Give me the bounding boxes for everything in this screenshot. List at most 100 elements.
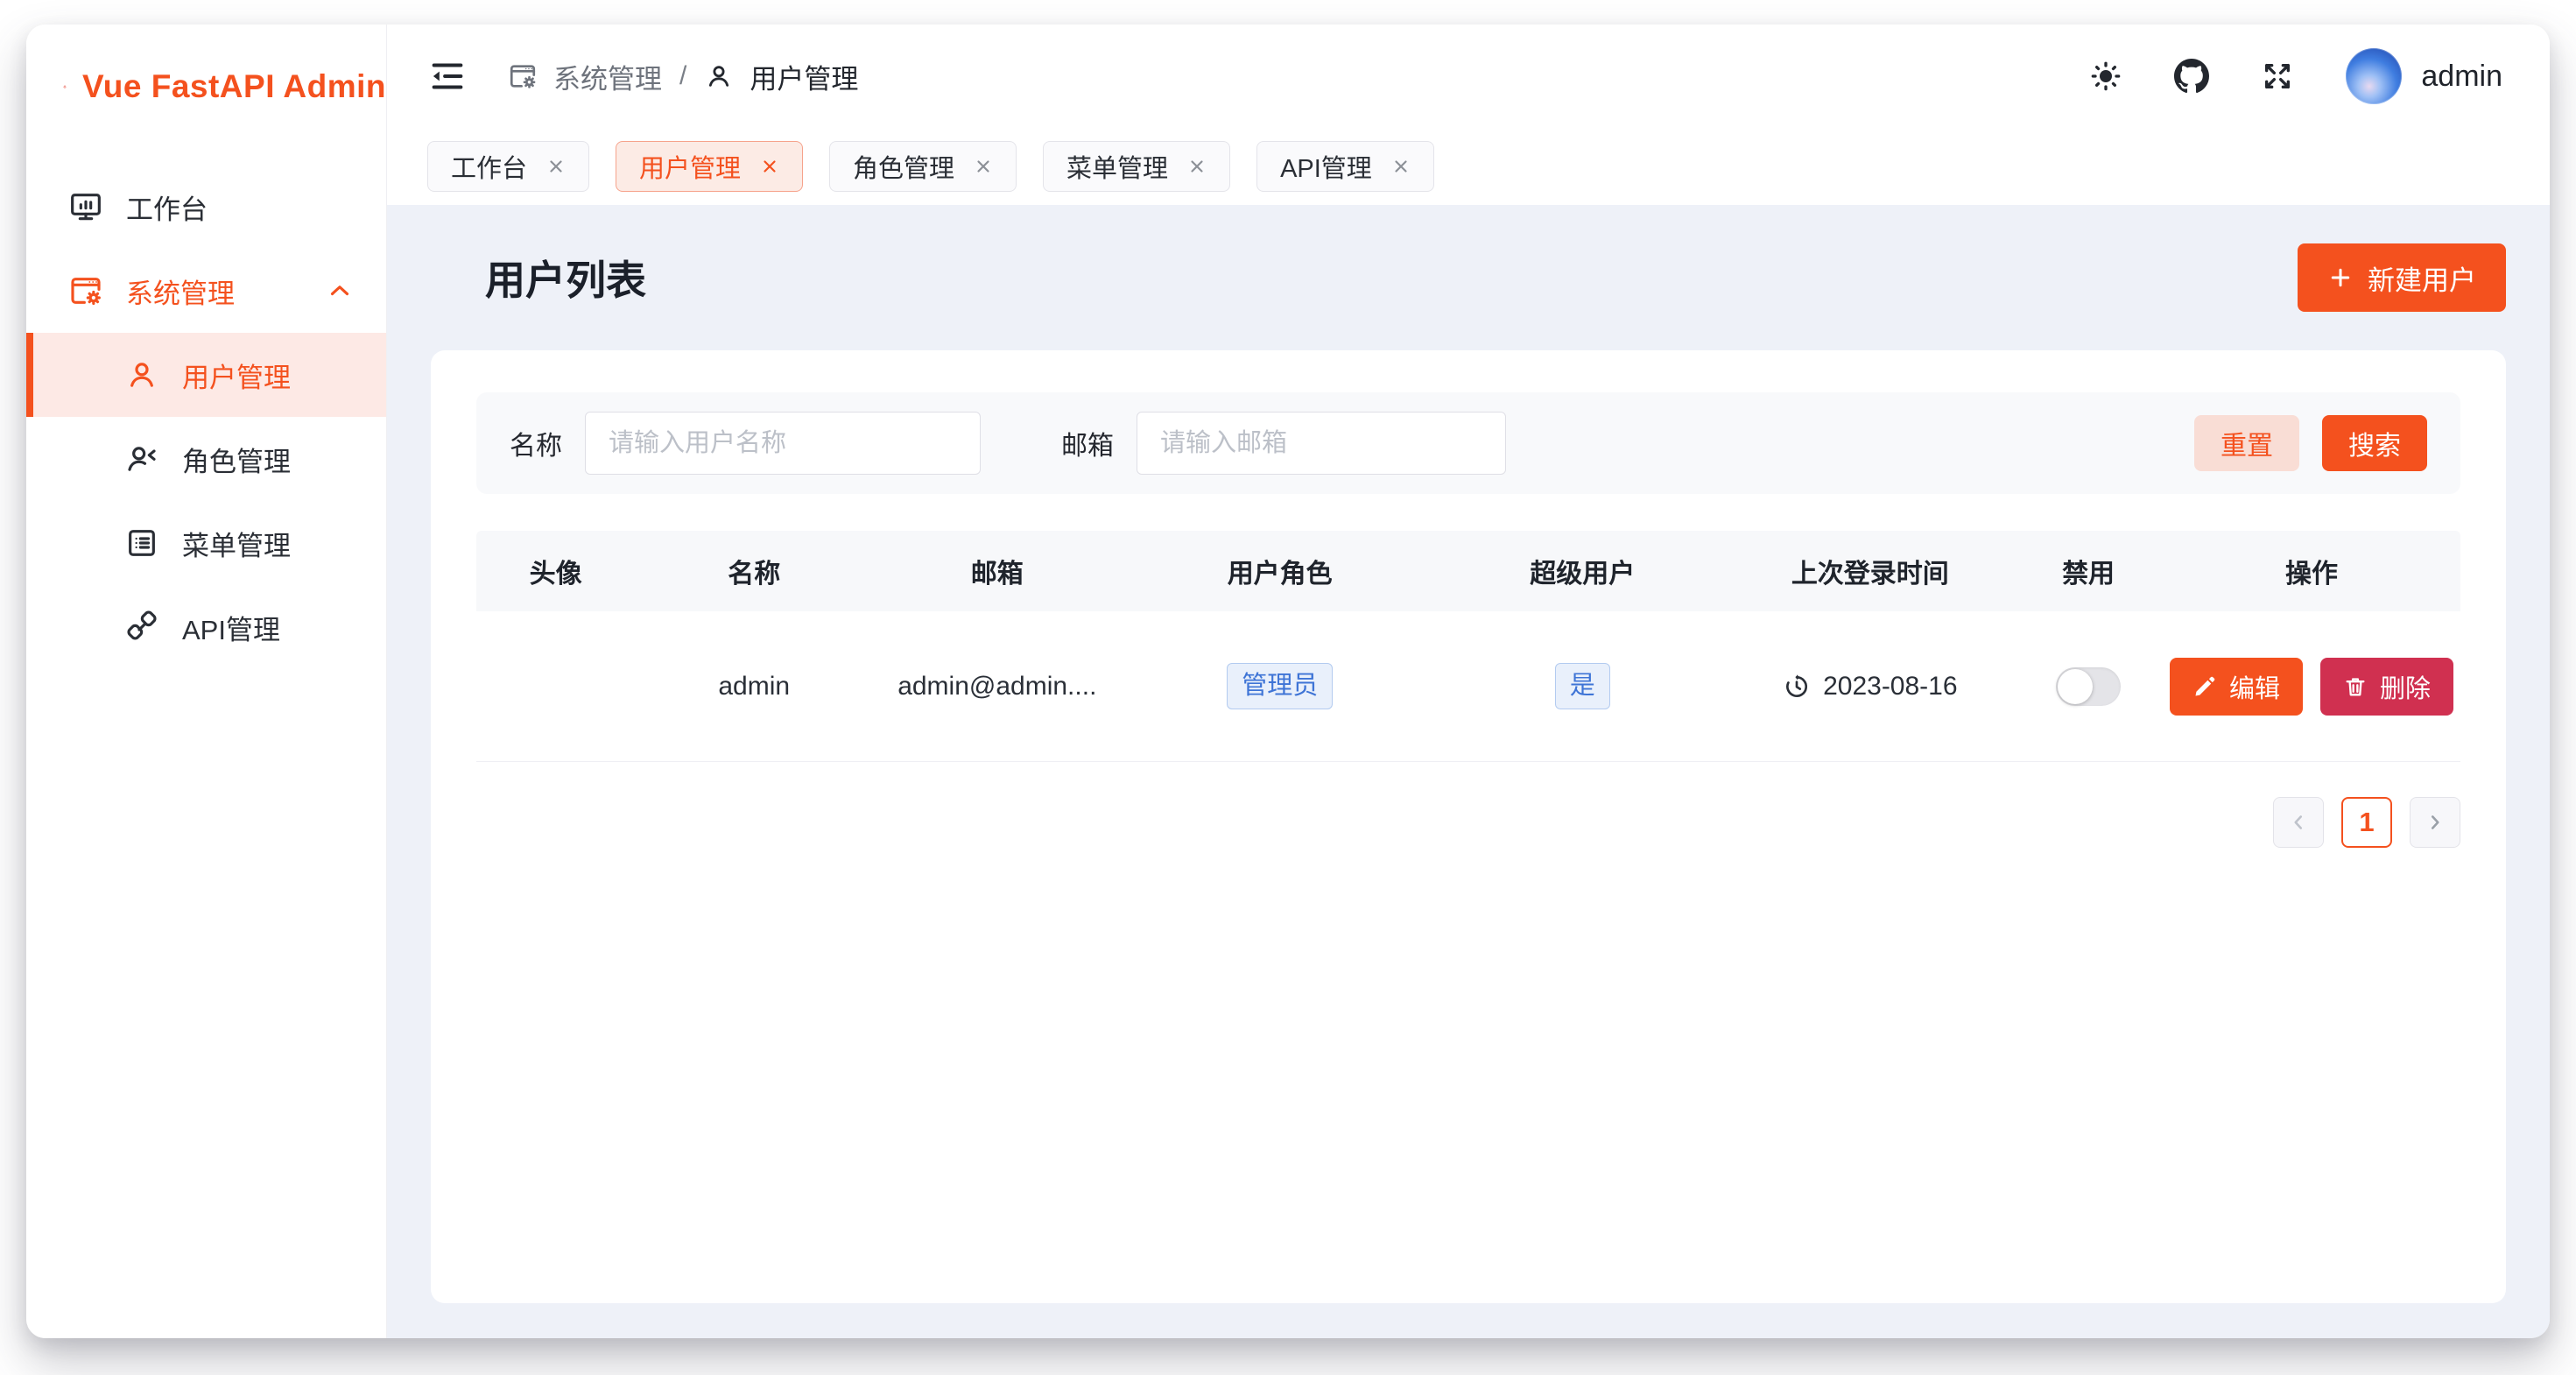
search-button[interactable]: 搜索 — [2322, 415, 2427, 471]
toggle-knob — [2058, 669, 2093, 704]
sidebar-item-menus[interactable]: 菜单管理 — [26, 501, 386, 585]
menu-list-icon — [124, 525, 159, 561]
pagination: 1 — [476, 797, 2460, 848]
sun-icon — [2088, 59, 2123, 94]
actions-cell: 编辑 删除 — [2163, 658, 2460, 716]
sidebar: Vue FastAPI Admin 工作台 — [26, 25, 387, 1338]
sidebar-item-users[interactable]: 用户管理 — [26, 333, 386, 417]
menu-fold-icon — [427, 56, 468, 96]
api-plug-icon — [124, 610, 159, 645]
theme-toggle-button[interactable] — [2088, 59, 2123, 94]
breadcrumb-users[interactable]: 用户管理 — [704, 57, 858, 96]
tab-close-icon[interactable] — [1187, 157, 1207, 176]
sidebar-item-label: 系统管理 — [126, 271, 235, 311]
topbar-actions: admin — [2088, 48, 2502, 104]
app-window: Vue FastAPI Admin 工作台 — [26, 25, 2550, 1338]
app-logo[interactable]: Vue FastAPI Admin — [26, 25, 386, 116]
user-email-cell: admin@admin.... — [873, 672, 1121, 702]
content-area: 用户列表 新建用户 名称 邮箱 重置 搜索 — [387, 205, 2550, 1338]
chick-logo-icon — [63, 58, 67, 116]
column-header-disabled: 禁用 — [2014, 552, 2163, 590]
sidebar-item-label: 角色管理 — [182, 440, 291, 479]
tab-close-icon[interactable] — [760, 157, 779, 176]
tab-workbench[interactable]: 工作台 — [427, 141, 589, 192]
tab-users[interactable]: 用户管理 — [616, 141, 803, 192]
chevron-up-icon — [325, 276, 355, 306]
github-icon — [2174, 59, 2209, 94]
last-login-cell: 2023-08-16 — [1727, 672, 2015, 702]
tab-close-icon[interactable] — [1391, 157, 1411, 176]
edit-button-label: 编辑 — [2229, 668, 2280, 705]
tab-label: 用户管理 — [639, 148, 741, 185]
sidebar-item-workbench[interactable]: 工作台 — [26, 165, 386, 249]
users-card: 名称 邮箱 重置 搜索 头像 名称 邮箱 用户角色 超级用户 — [431, 350, 2506, 1303]
email-filter-input[interactable] — [1137, 412, 1506, 475]
breadcrumb-system[interactable]: 系统管理 — [508, 57, 662, 96]
user-menu[interactable]: admin — [2346, 48, 2502, 104]
fullscreen-expand-icon — [2260, 59, 2295, 94]
column-header-name: 名称 — [635, 552, 873, 590]
superuser-tag: 是 — [1555, 663, 1610, 709]
app-title: Vue FastAPI Admin — [82, 68, 386, 105]
reset-button[interactable]: 重置 — [2194, 415, 2299, 471]
breadcrumb-label: 系统管理 — [553, 57, 662, 96]
tab-roles[interactable]: 角色管理 — [829, 141, 1017, 192]
tab-close-icon[interactable] — [974, 157, 993, 176]
system-window-gear-icon — [68, 273, 103, 308]
sidebar-collapse-button[interactable] — [427, 56, 468, 96]
disabled-cell — [2014, 667, 2163, 706]
disable-toggle[interactable] — [2056, 667, 2121, 706]
github-link-button[interactable] — [2174, 59, 2209, 94]
chevron-right-icon — [2424, 811, 2446, 834]
sidebar-item-apis[interactable]: API管理 — [26, 585, 386, 669]
clock-history-icon — [1783, 673, 1811, 701]
pagination-page-1[interactable]: 1 — [2341, 797, 2392, 848]
breadcrumb-separator: / — [679, 61, 686, 91]
sidebar-item-system[interactable]: 系统管理 — [26, 249, 386, 333]
column-header-role: 用户角色 — [1121, 552, 1439, 590]
user-avatar — [2346, 48, 2402, 104]
sidebar-item-label: 工作台 — [126, 187, 208, 227]
tabs-bar: 工作台 用户管理 角色管理 菜单管理 API管理 — [387, 128, 2550, 205]
sidebar-item-label: API管理 — [182, 608, 280, 647]
topbar: 系统管理 / 用户管理 — [387, 25, 2550, 128]
tab-label: 菜单管理 — [1066, 148, 1168, 185]
tab-label: 工作台 — [451, 148, 527, 185]
sidebar-item-roles[interactable]: 角色管理 — [26, 417, 386, 501]
name-filter-input[interactable] — [585, 412, 981, 475]
sidebar-menu: 工作台 系统管理 — [26, 165, 386, 669]
tab-label: 角色管理 — [853, 148, 954, 185]
user-icon — [704, 61, 734, 91]
monitor-icon — [68, 189, 103, 224]
trash-icon — [2343, 674, 2368, 699]
fullscreen-button[interactable] — [2260, 59, 2295, 94]
table-header-row: 头像 名称 邮箱 用户角色 超级用户 上次登录时间 禁用 操作 — [476, 531, 2460, 611]
plus-icon — [2327, 264, 2354, 291]
column-header-email: 邮箱 — [873, 552, 1121, 590]
users-table: 头像 名称 邮箱 用户角色 超级用户 上次登录时间 禁用 操作 admin ad… — [476, 531, 2460, 762]
table-row: admin admin@admin.... 管理员 是 — [476, 611, 2460, 762]
chevron-left-icon — [2287, 811, 2310, 834]
user-icon — [124, 357, 159, 392]
column-header-superuser: 超级用户 — [1439, 552, 1727, 590]
column-header-avatar: 头像 — [476, 552, 635, 590]
username-label: admin — [2421, 60, 2502, 94]
create-user-button[interactable]: 新建用户 — [2298, 243, 2506, 312]
sidebar-item-label: 菜单管理 — [182, 524, 291, 563]
user-name-cell: admin — [635, 672, 873, 702]
tab-menus[interactable]: 菜单管理 — [1043, 141, 1230, 192]
column-header-last-login: 上次登录时间 — [1727, 552, 2015, 590]
page-title: 用户列表 — [485, 249, 646, 307]
tab-apis[interactable]: API管理 — [1256, 141, 1434, 192]
pencil-icon — [2192, 674, 2217, 699]
delete-button-label: 删除 — [2380, 668, 2431, 705]
superuser-cell: 是 — [1439, 663, 1727, 709]
delete-button[interactable]: 删除 — [2320, 658, 2453, 716]
pagination-next-button[interactable] — [2410, 797, 2460, 848]
role-user-icon — [124, 441, 159, 476]
pagination-prev-button[interactable] — [2273, 797, 2324, 848]
filter-bar: 名称 邮箱 重置 搜索 — [476, 392, 2460, 494]
tab-close-icon[interactable] — [546, 157, 566, 176]
edit-button[interactable]: 编辑 — [2170, 658, 2303, 716]
main-area: 系统管理 / 用户管理 — [387, 25, 2550, 1338]
